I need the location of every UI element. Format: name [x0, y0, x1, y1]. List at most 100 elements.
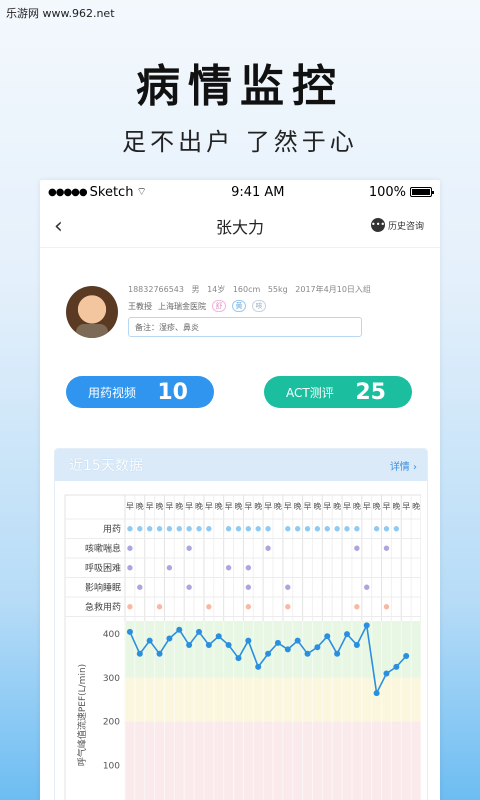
symptom-dot [363, 583, 371, 591]
patient-weight: 55kg [267, 285, 288, 294]
pef-point [146, 637, 153, 644]
chat-bubble-icon: ••• [370, 218, 385, 232]
pef-point [274, 639, 281, 646]
tag-badge: 黄 [232, 300, 246, 312]
slot-label: 早 [146, 502, 154, 511]
phone-screen: ●●●●● Sketch ⌔ 9:41 AM 100% ‹ 张大力 ••• 历史… [40, 180, 440, 800]
symptom-dot [373, 525, 380, 533]
slot-label: 早 [363, 502, 371, 511]
pef-point [235, 655, 242, 662]
slot-label: 早 [244, 502, 252, 511]
slot-label: 早 [225, 502, 233, 511]
symptom-dot [314, 525, 321, 533]
symptom-dot [393, 525, 400, 533]
patient-profile: 18832766543 男 14岁 160cm 55kg 2017年4月10日入… [66, 284, 396, 340]
tag-badge: 咳 [252, 300, 266, 312]
symptom-dot [264, 525, 272, 533]
symptom-dot [323, 525, 331, 533]
pef-point [304, 650, 311, 657]
symptom-dot [284, 583, 292, 591]
carrier-name: Sketch [89, 184, 134, 200]
slot-label: 早 [185, 502, 193, 511]
symptom-dot [185, 525, 193, 533]
slot-label: 晚 [392, 501, 400, 511]
symptom-dot [126, 564, 134, 572]
y-tick-label: 200 [103, 718, 120, 728]
page-title: 张大力 [215, 217, 264, 237]
history-consult-button[interactable]: ••• 历史咨询 [370, 218, 424, 232]
symptom-dot [383, 525, 390, 533]
doctor-name: 王教授 [128, 301, 152, 311]
slot-label: 晚 [353, 501, 361, 511]
tag-badge: 舒 [212, 300, 226, 312]
symptom-dot [136, 525, 144, 533]
doctor-line: 王教授 上海瑞金医院 舒 黄 咳 [128, 300, 266, 312]
symptom-dot [225, 564, 232, 572]
medication-video-button[interactable]: 用药视频 10 [66, 376, 214, 408]
symptom-dot [284, 603, 292, 611]
symptom-dot [254, 525, 262, 533]
act-assessment-button[interactable]: ACT测评 25 [264, 376, 412, 408]
symptom-dot [126, 603, 134, 611]
pef-point [383, 670, 390, 677]
back-chevron-icon[interactable]: ‹ [54, 214, 63, 239]
row-label: 呼吸困难 [85, 563, 121, 574]
pef-point [324, 633, 331, 640]
y-tick-label: 100 [103, 761, 120, 771]
nav-bar: ‹ 张大力 ••• 历史咨询 [40, 204, 440, 248]
carrier-group: ●●●●● Sketch ⌔ [48, 185, 147, 200]
slot-label: 早 [323, 502, 331, 511]
slot-label: 晚 [274, 501, 282, 511]
act-assessment-label: ACT测评 [286, 385, 334, 400]
slot-label: 早 [382, 502, 390, 511]
slot-label: 早 [205, 502, 213, 511]
slot-label: 晚 [333, 501, 341, 511]
symptom-dot [185, 583, 193, 591]
pef-point [176, 626, 183, 633]
slot-label: 早 [304, 502, 312, 511]
medication-video-label: 用药视频 [88, 385, 137, 400]
battery-percent: 100% [368, 184, 406, 200]
symptom-dot [353, 525, 361, 533]
pef-point [245, 637, 252, 644]
medication-video-count: 10 [157, 379, 188, 405]
slot-label: 晚 [313, 501, 321, 511]
symptom-dot [383, 603, 390, 611]
symptom-dot [166, 564, 173, 572]
symptom-dot [353, 603, 361, 611]
pef-point [373, 690, 380, 697]
row-label: 影响睡眠 [85, 581, 121, 593]
pef-point [186, 642, 193, 649]
details-link[interactable]: 详情 › [390, 458, 417, 473]
symptom-dot [333, 525, 341, 533]
slot-label: 早 [126, 502, 134, 511]
slot-label: 晚 [294, 501, 302, 511]
symptom-dot [343, 525, 351, 533]
slot-label: 早 [264, 502, 272, 511]
slot-label: 晚 [175, 501, 183, 511]
y-tick-label: 400 [103, 630, 120, 640]
slot-label: 晚 [136, 501, 144, 511]
battery-icon [410, 187, 434, 197]
patient-gender: 男 [191, 285, 200, 294]
patient-phone: 18832766543 [128, 285, 184, 294]
row-label: 咳嗽喘息 [85, 542, 121, 554]
remark-field[interactable]: 备注：湿疹、鼻炎 [128, 317, 362, 337]
pef-point [393, 663, 400, 670]
symptom-dot [175, 525, 183, 533]
slot-label: 晚 [373, 501, 381, 511]
pef-point [255, 663, 262, 670]
pef-point [136, 650, 143, 657]
symptom-dot [166, 525, 173, 533]
pef-point [344, 631, 350, 638]
symptom-dot [264, 544, 272, 552]
card-title: 近15天数据 [69, 458, 143, 474]
symptom-dot [353, 544, 361, 552]
row-label: 急救用药 [85, 601, 121, 613]
watermark-text: 乐游网 www.962.net [6, 7, 115, 20]
avatar [66, 286, 118, 338]
symptom-dot [383, 544, 390, 552]
status-time: 9:41 AM [231, 184, 285, 200]
pef-point [363, 622, 370, 629]
symptom-dot [156, 603, 163, 611]
